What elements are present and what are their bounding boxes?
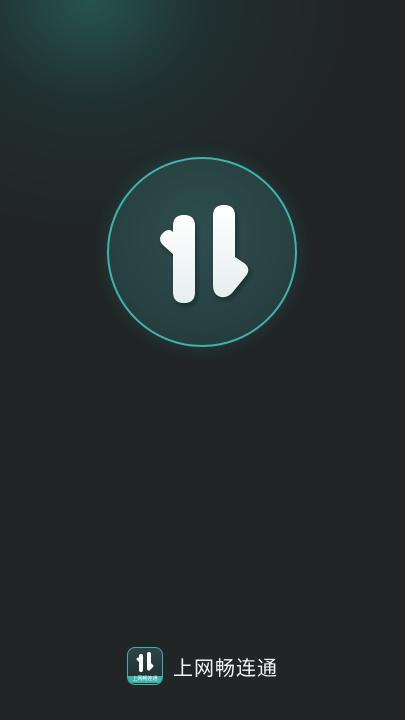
splash-logo xyxy=(107,157,297,347)
app-icon-label: 上网畅连通 xyxy=(128,676,162,683)
background-glow xyxy=(0,0,405,720)
footer-brand: 上网畅连通 上网畅连通 xyxy=(0,646,405,686)
app-name: 上网畅连通 xyxy=(173,655,278,680)
up-down-arrows-icon xyxy=(160,205,249,303)
up-down-arrows-small-icon xyxy=(136,652,154,672)
app-icon: 上网畅连通 xyxy=(127,647,163,685)
